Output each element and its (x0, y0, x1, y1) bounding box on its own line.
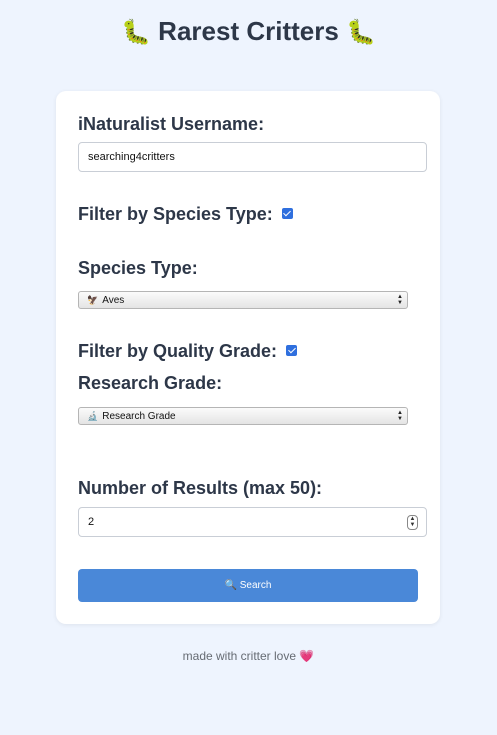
caterpillar-icon: 🐛 (121, 19, 151, 46)
bird-icon: 🦅 (87, 295, 99, 305)
num-results-value: 2 (88, 516, 95, 528)
species-type-label: Species Type: (78, 258, 198, 278)
footer: made with critter love 💗 (0, 649, 497, 663)
select-arrows-icon: ▲ ▼ (397, 410, 403, 422)
footer-text: made with critter love (182, 649, 297, 663)
username-input[interactable]: searching4critters (78, 142, 427, 172)
username-label: iNaturalist Username: (78, 114, 265, 134)
page-title: 🐛 Rarest Critters 🐛 (0, 16, 497, 47)
species-type-select[interactable]: 🦅 Aves ▲ ▼ (78, 291, 408, 309)
heart-icon: 💗 (299, 649, 315, 663)
caterpillar-icon: 🐛 (346, 19, 376, 46)
search-icon: 🔍 (224, 580, 237, 591)
filter-quality-label: Filter by Quality Grade: (78, 341, 278, 361)
search-button[interactable]: 🔍 Search (78, 569, 418, 602)
search-button-label: Search (239, 580, 272, 591)
page-title-text: Rarest Critters (158, 16, 339, 46)
filter-species-row: Filter by Species Type: (78, 203, 293, 225)
search-form-card: iNaturalist Username: searching4critters… (56, 91, 440, 624)
filter-quality-checkbox[interactable] (286, 345, 298, 357)
research-grade-select[interactable]: 🔬 Research Grade ▲ ▼ (78, 407, 408, 425)
filter-quality-row: Filter by Quality Grade: (78, 340, 298, 362)
research-grade-value: Research Grade (102, 411, 176, 422)
number-stepper[interactable]: ▲ ▼ (407, 515, 418, 530)
filter-species-label: Filter by Species Type: (78, 204, 273, 224)
num-results-input[interactable]: 2 ▲ ▼ (78, 507, 427, 537)
select-arrows-icon: ▲ ▼ (397, 294, 403, 306)
filter-species-checkbox[interactable] (281, 208, 293, 220)
num-results-label: Number of Results (max 50): (78, 478, 323, 498)
species-type-value: Aves (102, 295, 125, 306)
research-grade-label: Research Grade: (78, 373, 223, 393)
microscope-icon: 🔬 (87, 411, 99, 421)
